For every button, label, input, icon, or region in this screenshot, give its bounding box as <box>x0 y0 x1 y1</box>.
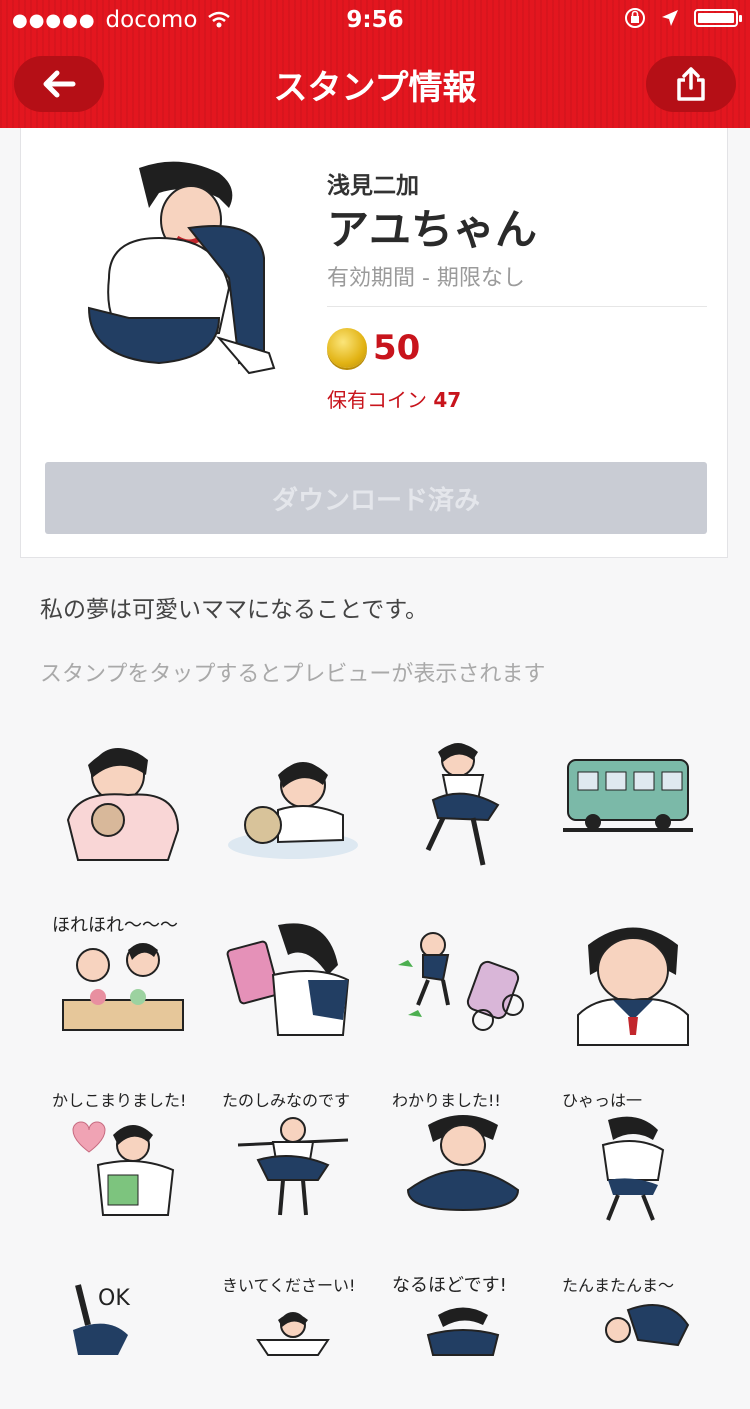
sticker-description: 私の夢は可愛いママになることです。 <box>40 597 429 623</box>
owned-coins: 保有コイン 47 <box>327 384 461 413</box>
page-title: スタンプ情報 <box>273 68 477 108</box>
sticker-caption: わかりました!! <box>392 1091 501 1110</box>
sticker-item[interactable]: OK <box>48 1255 198 1405</box>
sticker-info-card: 浅見二加 アユちゃん 有効期間 - 期限なし 50 保有コイン 47 ダウンロー… <box>20 128 728 558</box>
divider <box>327 306 707 307</box>
sticker-item[interactable] <box>48 730 198 880</box>
download-button[interactable]: ダウンロード済み <box>45 462 707 534</box>
navigation-bar: ●●●●● docomo 9:56 スタンプ情報 <box>0 0 750 128</box>
sticker-item[interactable]: わかりました!! <box>388 1080 538 1230</box>
battery-icon <box>694 9 742 27</box>
sticker-item[interactable]: なるほどです! <box>388 1255 538 1405</box>
share-button[interactable] <box>646 56 736 112</box>
sticker-caption: たのしみなのです <box>222 1091 350 1110</box>
sticker-item[interactable]: たのしみなのです <box>218 1080 368 1230</box>
sticker-caption: OK <box>98 1286 130 1311</box>
price: 50 <box>373 328 421 368</box>
sticker-item[interactable]: きいてくださーい! <box>218 1255 368 1405</box>
sticker-item[interactable] <box>218 730 368 880</box>
owned-coins-value: 47 <box>433 388 462 412</box>
author-name[interactable]: 浅見二加 <box>327 166 419 200</box>
sticker-item[interactable]: たんまたんま〜 <box>558 1255 708 1405</box>
sticker-item[interactable] <box>388 730 538 880</box>
orientation-lock-icon <box>625 8 645 28</box>
sticker-item[interactable]: かしこまりました! <box>48 1080 198 1230</box>
owned-coins-label: 保有コイン <box>327 388 427 412</box>
preview-hint: スタンプをタップするとプレビューが表示されます <box>40 662 546 687</box>
sticker-item[interactable]: ひゃっは一 <box>558 1080 708 1230</box>
status-bar: ●●●●● docomo 9:56 <box>0 0 750 40</box>
sticker-item[interactable] <box>558 905 708 1055</box>
main-sticker-image <box>87 161 276 375</box>
sticker-item[interactable] <box>558 730 708 880</box>
sticker-caption: たんまたんま〜 <box>562 1276 674 1295</box>
sticker-item[interactable] <box>388 905 538 1055</box>
share-icon <box>677 67 705 101</box>
sticker-caption: なるほどです! <box>392 1275 507 1296</box>
sticker-caption: かしこまりました! <box>52 1091 186 1110</box>
sticker-title: アユちゃん <box>327 205 538 254</box>
validity-period: 有効期間 - 期限なし <box>327 266 525 291</box>
sticker-caption: ひゃっは一 <box>562 1091 642 1110</box>
sticker-caption: ほれほれ〜〜〜 <box>52 915 178 936</box>
location-icon <box>662 10 678 26</box>
sticker-item[interactable]: ほれほれ〜〜〜 <box>48 905 198 1055</box>
coin-icon <box>327 328 367 368</box>
sticker-caption: きいてくださーい! <box>222 1276 355 1295</box>
sticker-item[interactable] <box>218 905 368 1055</box>
